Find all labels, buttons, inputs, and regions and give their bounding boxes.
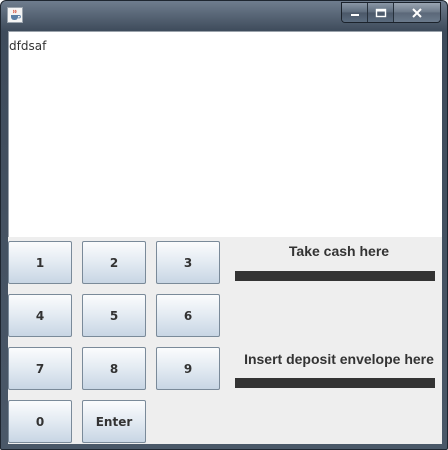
screen-display[interactable]: dfdsaf	[8, 31, 442, 237]
cash-dispenser-slot	[235, 271, 435, 281]
deposit-slot-label: Insert deposit envelope here	[244, 351, 434, 367]
close-icon	[412, 7, 422, 18]
java-cup-icon[interactable]	[7, 7, 23, 23]
key-3[interactable]: 3	[156, 241, 220, 284]
key-0[interactable]: 0	[8, 400, 72, 443]
close-button[interactable]	[394, 3, 440, 22]
minimize-icon	[350, 13, 359, 16]
enter-button[interactable]: Enter	[82, 400, 146, 443]
cash-dispenser-label: Take cash here	[288, 243, 390, 259]
key-8[interactable]: 8	[82, 347, 146, 390]
key-1[interactable]: 1	[8, 241, 72, 284]
app-window: dfdsaf 1 2 3 4 5 6 7 8 9 0 Enter Take ca…	[0, 0, 448, 450]
key-5[interactable]: 5	[82, 294, 146, 337]
key-4[interactable]: 4	[8, 294, 72, 337]
key-9[interactable]: 9	[156, 347, 220, 390]
deposit-slot	[235, 378, 435, 388]
key-7[interactable]: 7	[8, 347, 72, 390]
atm-panel: dfdsaf 1 2 3 4 5 6 7 8 9 0 Enter Take ca…	[8, 31, 442, 444]
maximize-icon	[375, 8, 386, 17]
title-bar[interactable]	[1, 1, 447, 29]
key-2[interactable]: 2	[82, 241, 146, 284]
maximize-button[interactable]	[368, 3, 394, 22]
screen-text: dfdsaf	[9, 39, 47, 53]
minimize-button[interactable]	[342, 3, 368, 22]
window-controls	[341, 2, 441, 23]
key-6[interactable]: 6	[156, 294, 220, 337]
